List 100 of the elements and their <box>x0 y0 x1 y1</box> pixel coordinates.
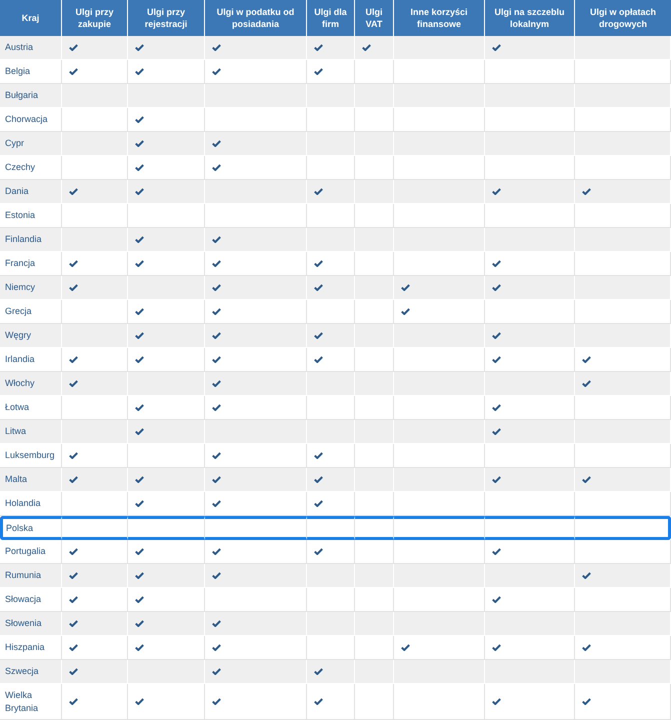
country-name: Szwecja <box>5 665 39 678</box>
check-icon <box>135 500 144 507</box>
country-name: Bułgaria <box>5 89 38 102</box>
check-icon <box>135 548 144 555</box>
check-icon <box>69 44 78 51</box>
check-icon <box>401 284 410 291</box>
check-icon <box>492 188 501 195</box>
check-icon <box>69 476 78 483</box>
check-icon <box>212 44 221 51</box>
country-name: Luksemburg <box>5 449 55 462</box>
country-name: Litwa <box>5 425 26 438</box>
country-name: Węgry <box>5 329 32 342</box>
check-icon <box>69 284 78 291</box>
check-icon <box>212 68 221 75</box>
country-name: Niemcy <box>5 281 36 294</box>
check-icon <box>314 284 323 291</box>
check-icon <box>492 260 501 267</box>
check-icon <box>212 164 221 171</box>
country-name: Łotwa <box>5 401 30 414</box>
check-icon <box>135 140 144 147</box>
check-icon <box>401 644 410 651</box>
check-icon <box>212 698 221 705</box>
check-icon <box>582 698 591 705</box>
check-icon <box>582 644 591 651</box>
check-icon <box>314 332 323 339</box>
check-icon <box>135 596 144 603</box>
country-name: Holandia <box>5 497 41 510</box>
check-icon <box>135 572 144 579</box>
country-name: Czechy <box>5 161 36 174</box>
check-icon <box>314 476 323 483</box>
check-icon <box>212 356 221 363</box>
check-icon <box>401 308 410 315</box>
check-icon <box>212 500 221 507</box>
check-icon <box>69 548 78 555</box>
country-name: Finlandia <box>5 233 42 246</box>
check-icon <box>212 332 221 339</box>
check-icon <box>212 284 221 291</box>
country-name: Belgia <box>5 65 30 78</box>
check-icon <box>314 260 323 267</box>
check-icon <box>69 644 78 651</box>
check-icon <box>314 698 323 705</box>
check-icon <box>69 698 78 705</box>
check-icon <box>492 44 501 51</box>
check-icon <box>135 476 144 483</box>
country-name: Włochy <box>5 377 35 390</box>
check-icon <box>492 698 501 705</box>
check-icon <box>135 620 144 627</box>
country-name: Irlandia <box>5 353 35 366</box>
country-name: Słowenia <box>5 617 42 630</box>
check-icon <box>492 356 501 363</box>
check-icon <box>362 44 371 51</box>
check-icon <box>69 620 78 627</box>
check-icon <box>314 452 323 459</box>
check-icon <box>212 404 221 411</box>
column-header: Kraj <box>0 0 62 36</box>
check-icon <box>582 188 591 195</box>
check-icon <box>314 356 323 363</box>
check-icon <box>492 548 501 555</box>
check-icon <box>212 668 221 675</box>
check-icon <box>69 188 78 195</box>
check-icon <box>69 596 78 603</box>
country-name: Francja <box>5 257 36 270</box>
check-icon <box>314 44 323 51</box>
check-icon <box>212 644 221 651</box>
check-icon <box>492 428 501 435</box>
check-icon <box>69 380 78 387</box>
check-icon <box>582 380 591 387</box>
check-icon <box>69 260 78 267</box>
column-header: Ulgi VAT <box>355 0 394 36</box>
check-icon <box>212 260 221 267</box>
check-icon <box>314 500 323 507</box>
check-icon <box>492 332 501 339</box>
check-icon <box>212 476 221 483</box>
country-name: Dania <box>5 185 29 198</box>
country-name: Polska <box>6 522 34 534</box>
check-icon <box>135 164 144 171</box>
check-icon <box>135 116 144 123</box>
column-header: Ulgi dla firm <box>307 0 355 36</box>
check-icon <box>135 236 144 243</box>
country-name: Hiszpania <box>5 641 45 654</box>
column-header: Inne korzyści finansowe <box>394 0 485 36</box>
country-name: Chorwacja <box>5 113 48 126</box>
check-icon <box>212 140 221 147</box>
check-icon <box>135 260 144 267</box>
check-icon <box>314 188 323 195</box>
check-icon <box>582 356 591 363</box>
check-icon <box>69 68 78 75</box>
country-name: Estonia <box>5 209 36 222</box>
check-icon <box>135 188 144 195</box>
country-name: Portugalia <box>5 545 46 558</box>
check-icon <box>492 476 501 483</box>
check-icon <box>212 548 221 555</box>
column-header: Ulgi w podatku od posiadania <box>205 0 307 36</box>
check-icon <box>135 332 144 339</box>
country-name: Słowacja <box>5 593 42 606</box>
check-icon <box>314 68 323 75</box>
check-icon <box>135 356 144 363</box>
check-icon <box>492 644 501 651</box>
check-icon <box>69 452 78 459</box>
check-icon <box>135 44 144 51</box>
